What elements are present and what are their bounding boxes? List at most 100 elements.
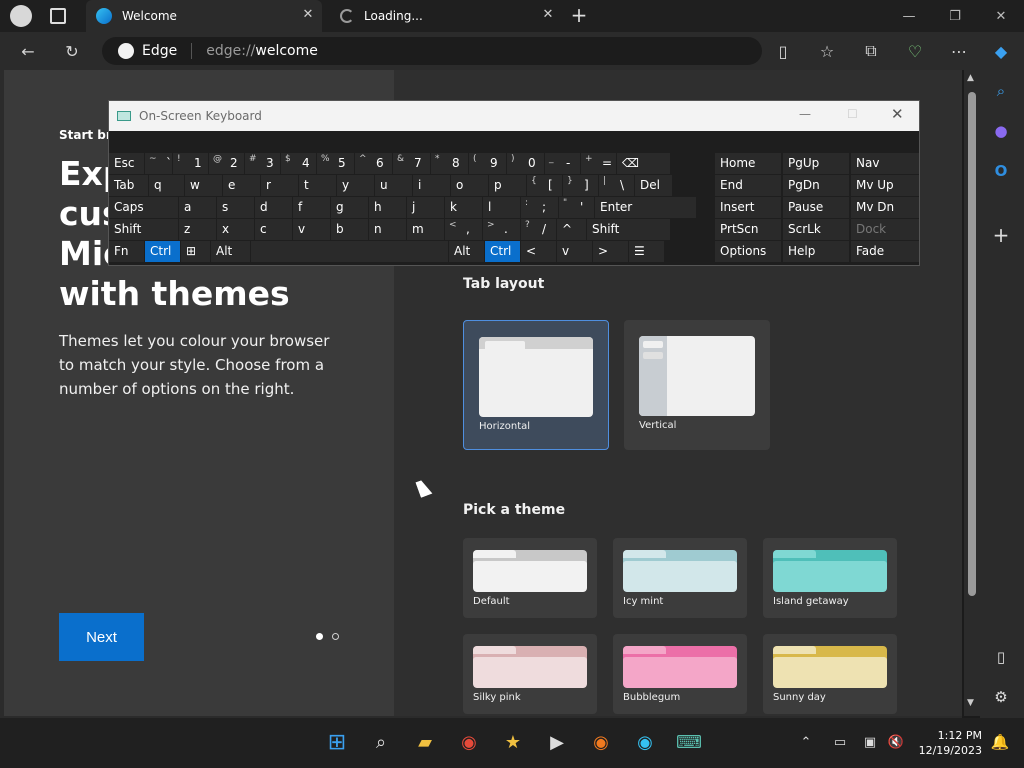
osk-nav-key[interactable]: Mv Dn xyxy=(851,197,919,218)
next-button[interactable]: Next xyxy=(59,613,144,661)
osk-key[interactable]: + = xyxy=(581,153,616,174)
osk-key[interactable]: | \ xyxy=(599,175,634,196)
osk-nav-key[interactable]: Home xyxy=(715,153,781,174)
osk-nav-key[interactable]: PrtScn xyxy=(715,219,781,240)
osk-key[interactable]: ! 1 xyxy=(173,153,208,174)
copilot-sidebar-icon[interactable]: ● xyxy=(986,116,1016,146)
osk-nav-key[interactable]: Fade xyxy=(851,241,919,262)
close-tab-icon[interactable]: ✕ xyxy=(300,7,316,23)
osk-key[interactable]: o xyxy=(451,175,488,196)
tab-actions-icon[interactable] xyxy=(50,8,66,24)
search-icon[interactable]: ⌕ xyxy=(367,728,395,756)
tray-overflow-icon[interactable]: ⌃ xyxy=(792,728,820,756)
osk-key[interactable]: <, xyxy=(445,219,482,240)
theme-card[interactable]: Island getaway xyxy=(763,538,897,618)
osk-key[interactable]: Alt xyxy=(211,241,250,262)
search-icon[interactable]: ⌕ xyxy=(986,76,1016,106)
restore-button[interactable]: ❐ xyxy=(932,0,978,32)
osk-key[interactable]: @2 xyxy=(209,153,244,174)
osk-key[interactable]: s xyxy=(217,197,254,218)
osk-key[interactable]: z xyxy=(179,219,216,240)
tab-welcome[interactable]: Welcome ✕ xyxy=(86,0,322,32)
osk-key[interactable]: e xyxy=(223,175,260,196)
tab-loading[interactable]: Loading... ✕ xyxy=(330,0,562,32)
hide-sidebar-icon[interactable]: ▯ xyxy=(986,642,1016,672)
osk-key[interactable]: Del xyxy=(635,175,672,196)
scroll-down-arrow-icon[interactable]: ▼ xyxy=(967,698,974,708)
osk-key[interactable]: * 8 xyxy=(431,153,468,174)
osk-key[interactable]: {[ xyxy=(527,175,562,196)
osk-close-button[interactable]: ✕ xyxy=(891,105,904,123)
osk-nav-key[interactable]: Dock xyxy=(851,219,919,240)
media-player-icon[interactable]: ▶ xyxy=(543,728,571,756)
firefox-icon[interactable]: ◉ xyxy=(587,728,615,756)
theme-card[interactable]: Sunny day xyxy=(763,634,897,714)
copilot-icon[interactable]: ◆ xyxy=(986,36,1016,66)
osk-key[interactable]: n xyxy=(369,219,406,240)
osk-key[interactable]: Fn xyxy=(109,241,144,262)
start-button-icon[interactable]: ⊞ xyxy=(323,728,351,756)
osk-key[interactable]: ~ ` xyxy=(145,153,172,174)
osk-key[interactable]: & 7 xyxy=(393,153,430,174)
osk-key[interactable]: u xyxy=(375,175,412,196)
osk-nav-key[interactable]: PgUp xyxy=(783,153,849,174)
clock[interactable]: 1:12 PM 12/19/2023 xyxy=(916,728,982,758)
osk-key[interactable]: g xyxy=(331,197,368,218)
osk-key[interactable]: i xyxy=(413,175,450,196)
app-star-icon[interactable]: ★ xyxy=(499,728,527,756)
favorites-icon[interactable]: ☆ xyxy=(812,36,842,66)
osk-key[interactable]: Shift xyxy=(109,219,178,240)
osk-key[interactable]: " ' xyxy=(559,197,594,218)
sidebar-settings-icon[interactable]: ⚙ xyxy=(986,682,1016,712)
close-window-button[interactable]: ✕ xyxy=(978,0,1024,32)
osk-key[interactable]: d xyxy=(255,197,292,218)
chrome-icon[interactable]: ◉ xyxy=(455,728,483,756)
osk-key[interactable]: v xyxy=(293,219,330,240)
osk-key[interactable]: v xyxy=(557,241,592,262)
more-options-icon[interactable]: ⋯ xyxy=(944,36,974,66)
osk-key[interactable]: #3 xyxy=(245,153,280,174)
osk-key[interactable]: Enter xyxy=(595,197,696,218)
osk-key[interactable]: x xyxy=(217,219,254,240)
osk-key[interactable]: ) 0 xyxy=(507,153,544,174)
osk-key[interactable]: h xyxy=(369,197,406,218)
osk-key[interactable]: ⊞ xyxy=(181,241,210,262)
osk-key[interactable]: a xyxy=(179,197,216,218)
osk-nav-key[interactable]: End xyxy=(715,175,781,196)
file-explorer-icon[interactable]: ▰ xyxy=(411,728,439,756)
osk-nav-key[interactable]: Pause xyxy=(783,197,849,218)
outlook-icon[interactable]: O xyxy=(986,156,1016,186)
osk-key[interactable]: >. xyxy=(483,219,520,240)
carousel-dot-active[interactable] xyxy=(316,633,323,640)
osk-key[interactable] xyxy=(251,241,448,262)
osk-key[interactable]: ^ xyxy=(557,219,586,240)
scrollbar-thumb[interactable] xyxy=(968,92,976,596)
osk-minimize-button[interactable]: — xyxy=(799,107,811,121)
osk-key[interactable]: Shift xyxy=(587,219,670,240)
osk-key[interactable]: < xyxy=(521,241,556,262)
osk-maximize-button[interactable]: ☐ xyxy=(847,107,858,121)
osk-nav-key[interactable]: PgDn xyxy=(783,175,849,196)
osk-key[interactable]: ? / xyxy=(521,219,556,240)
osk-key[interactable]: j xyxy=(407,197,444,218)
profile-avatar[interactable] xyxy=(10,5,32,27)
osk-title-bar[interactable]: On-Screen Keyboard — ☐ ✕ xyxy=(109,101,919,131)
edge-taskbar-icon[interactable]: ◉ xyxy=(631,728,659,756)
osk-key[interactable]: q xyxy=(149,175,184,196)
osk-key[interactable]: Ctrl xyxy=(145,241,180,262)
osk-key[interactable]: f xyxy=(293,197,330,218)
osk-key[interactable]: % 5 xyxy=(317,153,354,174)
osk-key[interactable]: Alt xyxy=(449,241,484,262)
refresh-button[interactable]: ↻ xyxy=(57,36,87,66)
osk-nav-key[interactable]: Mv Up xyxy=(851,175,919,196)
address-bar[interactable]: Edge edge://welcome xyxy=(102,37,762,65)
layout-card-horizontal[interactable]: Horizontal xyxy=(463,320,609,450)
osk-key[interactable]: Ctrl xyxy=(485,241,520,262)
osk-nav-key[interactable]: Options xyxy=(715,241,781,262)
osk-key[interactable]: t xyxy=(299,175,336,196)
site-identity[interactable]: Edge xyxy=(142,43,177,59)
theme-card[interactable]: Default xyxy=(463,538,597,618)
osk-key[interactable]: > xyxy=(593,241,628,262)
back-button[interactable]: ← xyxy=(13,36,43,66)
osk-key[interactable]: p xyxy=(489,175,526,196)
